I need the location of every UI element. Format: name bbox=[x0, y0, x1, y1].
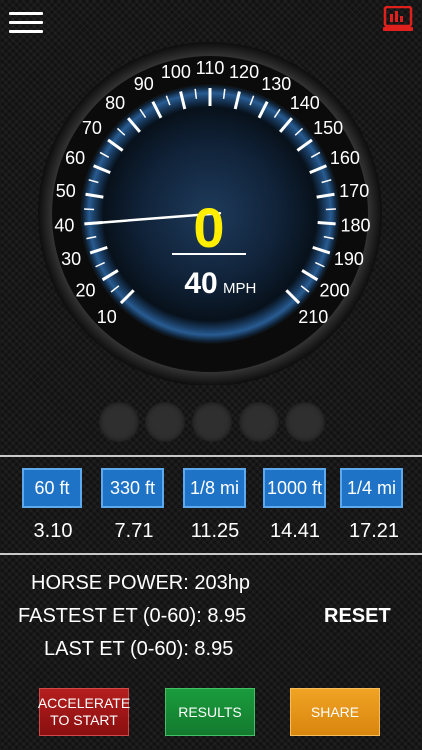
gauge-tick-label: 60 bbox=[65, 148, 85, 168]
distance-quarter-mile-button[interactable]: 1/4 mi bbox=[340, 468, 403, 508]
gauge-tick-label: 10 bbox=[97, 307, 117, 327]
gauge-tick-label: 90 bbox=[134, 74, 154, 94]
distance-quarter-mile-time: 17.21 bbox=[348, 520, 400, 542]
start-light-1 bbox=[99, 402, 139, 442]
gauge-tick-label: 100 bbox=[161, 62, 191, 82]
current-speed: 0 bbox=[193, 196, 224, 259]
hamburger-menu-icon[interactable] bbox=[9, 12, 43, 34]
divider-bottom bbox=[0, 553, 422, 555]
gauge-tick-label: 30 bbox=[61, 249, 81, 269]
gauge-major-tick bbox=[317, 220, 336, 226]
gauge-tick-label: 140 bbox=[290, 93, 320, 113]
distance-330ft-button[interactable]: 330 ft bbox=[101, 468, 164, 508]
reset-button[interactable]: RESET bbox=[324, 605, 391, 628]
horse-power-stat: HORSE POWER: 203hp bbox=[31, 572, 250, 594]
share-button[interactable]: SHARE bbox=[290, 688, 380, 736]
gauge-tick-label: 190 bbox=[334, 249, 364, 269]
distance-1000ft-button[interactable]: 1000 ft bbox=[263, 468, 326, 508]
last-et-stat: LAST ET (0-60): 8.95 bbox=[44, 638, 234, 660]
fastest-et-stat: FASTEST ET (0-60): 8.95 bbox=[18, 605, 247, 627]
start-light-2 bbox=[145, 402, 185, 442]
results-button[interactable]: RESULTS bbox=[165, 688, 255, 736]
monitor-icon[interactable] bbox=[383, 5, 413, 32]
accelerate-label: ACCELERATE TO START bbox=[38, 695, 130, 729]
accelerate-line-1: ACCELERATE bbox=[37, 695, 131, 711]
target-speed: 40 bbox=[184, 267, 217, 300]
speed-unit: MPH bbox=[223, 280, 256, 297]
distance-60ft-button[interactable]: 60 ft bbox=[22, 468, 82, 508]
start-light-3 bbox=[192, 402, 232, 442]
gauge-tick-label: 210 bbox=[298, 307, 328, 327]
gauge-tick-label: 170 bbox=[339, 181, 369, 201]
gauge-tick-label: 200 bbox=[319, 280, 349, 300]
gauge-tick-label: 110 bbox=[196, 58, 225, 78]
gauge-tick-label: 50 bbox=[56, 181, 76, 201]
gauge-tick-label: 130 bbox=[261, 74, 291, 94]
start-light-5 bbox=[285, 402, 325, 442]
distance-eighth-mile-button[interactable]: 1/8 mi bbox=[183, 468, 246, 508]
distance-60ft-time: 3.10 bbox=[33, 520, 73, 542]
gauge-tick-label: 120 bbox=[229, 62, 259, 82]
gauge-tick-label: 70 bbox=[82, 118, 102, 138]
gauge-tick-label: 80 bbox=[105, 93, 125, 113]
accelerate-line-2: TO START bbox=[50, 712, 118, 728]
gauge-tick-label: 20 bbox=[75, 280, 95, 300]
gauge-tick-label: 180 bbox=[341, 215, 371, 235]
gauge-tick-label: 160 bbox=[330, 148, 360, 168]
accelerate-to-start-button[interactable]: ACCELERATE TO START bbox=[38, 688, 130, 736]
distance-1000ft-time: 14.41 bbox=[269, 520, 321, 542]
gauge-tick-label: 40 bbox=[54, 215, 74, 235]
distance-330ft-time: 7.71 bbox=[114, 520, 154, 542]
distance-eighth-mile-time: 11.25 bbox=[190, 520, 240, 542]
start-light-4 bbox=[239, 402, 279, 442]
divider-top bbox=[0, 455, 422, 457]
gauge-tick-label: 150 bbox=[313, 118, 343, 138]
speedometer-gauge: 1020 30 40 50 60 7080 90 100 110 120130140 150 160 1… bbox=[38, 42, 382, 385]
